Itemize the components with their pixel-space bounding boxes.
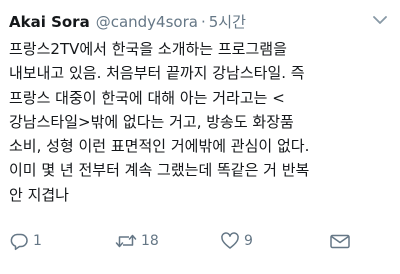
tweet-text-line: 이미 몇 년 전부터 계속 그랬는데 똑같은 거 반복 xyxy=(9,161,310,180)
tweet-text-line: 강남스타일>밖에 없다는 거고, 방송도 화장품 xyxy=(9,112,294,131)
retweet-button[interactable]: 18 xyxy=(115,230,159,252)
tweet-text-line: 내보내고 있음. 처음부터 끝까지 강남스타일. 즉 xyxy=(9,64,305,83)
chevron-down-icon[interactable] xyxy=(372,14,388,26)
tweet-card[interactable]: Akai Sora @candy4sora · 5시간 프랑스2TV에서 한국을… xyxy=(0,0,400,274)
tweet-text-line: 프랑스2TV에서 한국을 소개하는 프로그램을 xyxy=(9,40,287,58)
envelope-icon xyxy=(329,231,351,251)
tweet-text: 프랑스2TV에서 한국을 소개하는 프로그램을 내보내고 있음. 처음부터 끝까… xyxy=(9,37,397,207)
tweet-actions: 1 18 9 xyxy=(9,230,399,252)
tweet-text-line: 프랑스 대중이 한국에 대해 아는 거라고는 < xyxy=(9,88,285,107)
separator-dot: · xyxy=(200,13,206,31)
tweet-text-line: 소비, 성형 이런 표면적인 거에밖에 관심이 없다. xyxy=(9,137,310,156)
display-name[interactable]: Akai Sora xyxy=(9,11,90,33)
tweet-header: Akai Sora @candy4sora · 5시간 xyxy=(9,11,246,33)
reply-button[interactable]: 1 xyxy=(9,230,42,252)
reply-count: 1 xyxy=(33,233,42,249)
reply-icon xyxy=(9,231,29,251)
like-button[interactable]: 9 xyxy=(220,230,253,252)
retweet-icon xyxy=(115,231,137,251)
like-count: 9 xyxy=(244,233,253,249)
retweet-count: 18 xyxy=(141,233,159,249)
tweet-text-line: 안 지겹나 xyxy=(9,185,69,204)
direct-message-button[interactable] xyxy=(329,230,351,252)
user-handle[interactable]: @candy4sora xyxy=(96,11,198,33)
heart-icon xyxy=(220,231,240,251)
tweet-timestamp[interactable]: 5시간 xyxy=(209,11,246,33)
